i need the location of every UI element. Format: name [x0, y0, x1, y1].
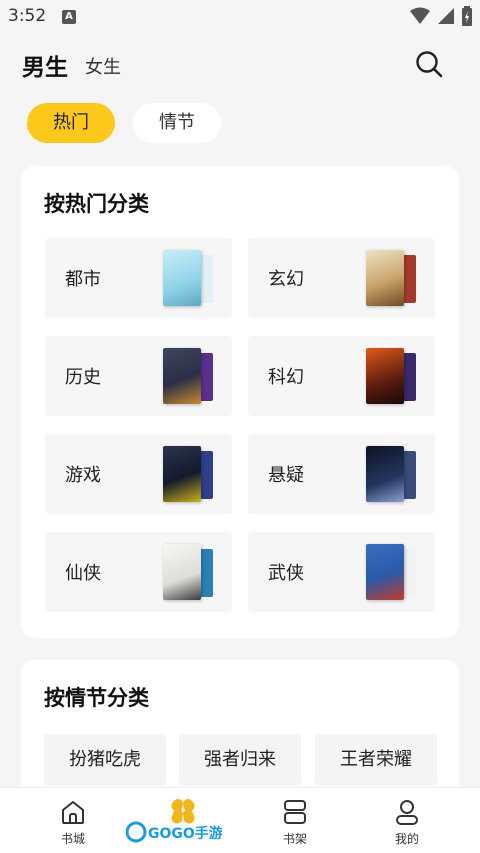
bookshelf-icon	[284, 800, 306, 824]
signal-icon	[438, 8, 454, 24]
hot-section-title: 按热门分类	[44, 192, 149, 216]
book-cover-stack	[366, 446, 418, 502]
notification-icon: A	[62, 10, 76, 24]
category-item-lishi[interactable]: 历史	[45, 336, 232, 416]
category-label: 游戏	[65, 465, 101, 486]
battery-icon	[462, 6, 472, 26]
category-item-dushi[interactable]: 都市	[45, 238, 232, 318]
nav-item-profile[interactable]: 我的	[372, 798, 442, 847]
search-icon[interactable]	[414, 49, 444, 79]
bottom-nav: 书城 书架 我的	[0, 787, 480, 853]
category-item-xuanhuan[interactable]: 玄幻	[248, 238, 435, 318]
plot-tag[interactable]: 强者归来	[179, 734, 301, 786]
nav-item-bookshelf[interactable]: 书架	[260, 798, 330, 847]
plot-tag[interactable]: 王者荣耀	[315, 734, 437, 786]
book-cover-stack	[366, 544, 418, 600]
category-label: 仙侠	[65, 563, 101, 584]
book-cover-stack	[163, 348, 215, 404]
svg-text:GOGO手游网: GOGO手游网	[148, 825, 222, 842]
book-cover-stack	[163, 446, 215, 502]
wifi-icon	[410, 7, 430, 24]
filter-plot-button[interactable]: 情节	[133, 103, 221, 143]
watermark-logo: GOGO手游网	[125, 798, 237, 848]
book-cover-stack	[366, 250, 418, 306]
hot-categories-card: 按热门分类 都市 玄幻 历史 科幻 游戏 悬疑 仙侠 武侠	[21, 166, 459, 638]
app-screen: 3:52 A 男生 女生 热门 情节 按热门分类 都市 玄幻 历史 科幻 游戏 …	[0, 0, 480, 853]
category-label: 历史	[65, 367, 101, 388]
category-label: 悬疑	[268, 465, 304, 486]
category-item-xuanyi[interactable]: 悬疑	[248, 434, 435, 514]
category-label: 玄幻	[268, 269, 304, 290]
category-item-youxi[interactable]: 游戏	[45, 434, 232, 514]
category-item-kehuan[interactable]: 科幻	[248, 336, 435, 416]
status-time: 3:52	[8, 6, 47, 26]
book-cover-stack	[163, 250, 215, 306]
top-header: 男生 女生	[0, 40, 480, 88]
category-item-wuxia[interactable]: 武侠	[248, 532, 435, 612]
book-cover-stack	[163, 544, 215, 600]
nav-label: 我的	[394, 832, 419, 846]
plot-section-title: 按情节分类	[44, 686, 149, 710]
nav-label: 书架	[282, 832, 307, 846]
tab-female[interactable]: 女生	[85, 53, 121, 79]
nav-label: 书城	[60, 832, 85, 846]
nav-item-bookstore[interactable]: 书城	[38, 798, 108, 847]
category-item-xianxia[interactable]: 仙侠	[45, 532, 232, 612]
status-icons	[410, 6, 472, 26]
filter-hot-button[interactable]: 热门	[27, 103, 115, 143]
category-label: 科幻	[268, 367, 304, 388]
watermark-logo-icon: GOGO手游网	[125, 799, 237, 843]
profile-icon	[396, 800, 418, 825]
status-bar: 3:52 A	[0, 0, 480, 34]
tab-male[interactable]: 男生	[22, 48, 68, 82]
plot-tag[interactable]: 扮猪吃虎	[44, 734, 166, 786]
home-icon	[62, 801, 84, 824]
category-label: 都市	[65, 269, 101, 290]
category-label: 武侠	[268, 563, 304, 584]
book-cover-stack	[366, 348, 418, 404]
